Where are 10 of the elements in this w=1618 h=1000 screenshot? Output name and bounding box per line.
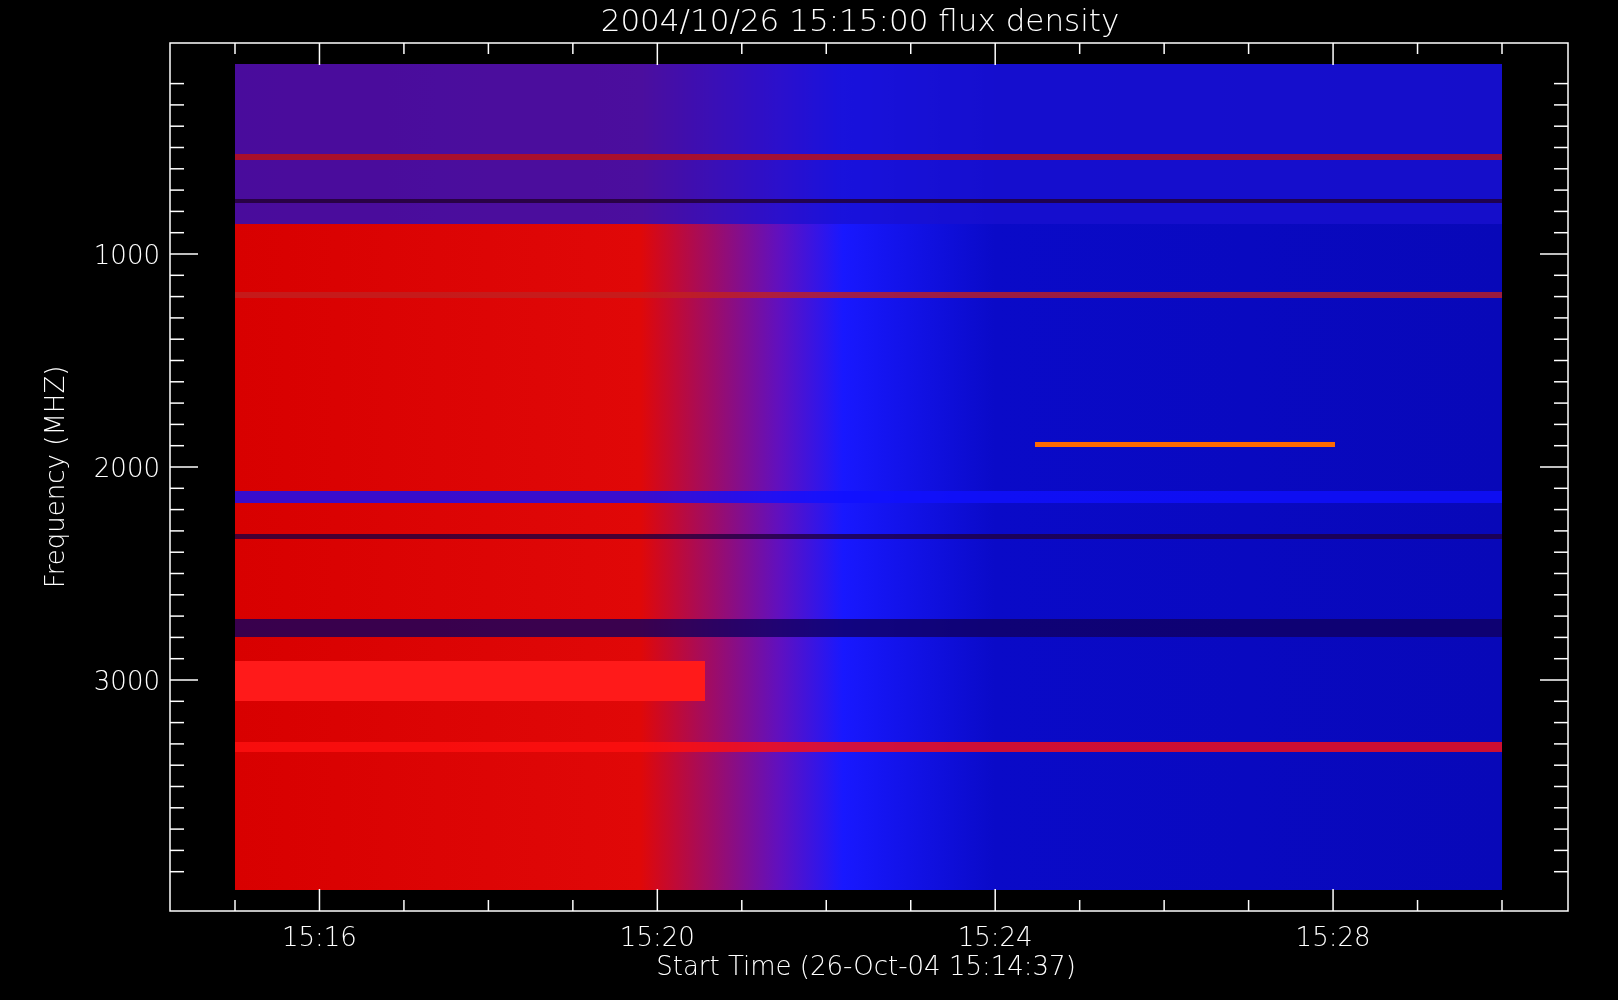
plot-title: 2004/10/26 15:15:00 flux density xyxy=(600,2,1120,38)
tick-label: 15:16 xyxy=(282,922,357,952)
x-axis-label: Start Time (26-Oct-04 15:14:37) xyxy=(656,951,1076,981)
tick-label: 15:28 xyxy=(1295,922,1371,952)
tick-label: 2000 xyxy=(93,453,160,483)
tick-label: 1000 xyxy=(93,240,160,270)
tick-label: 15:24 xyxy=(957,922,1033,952)
y-axis-label: Frequency (MHZ) xyxy=(40,365,70,589)
tick-label: 3000 xyxy=(93,666,160,696)
tick-label: 15:20 xyxy=(619,922,695,952)
